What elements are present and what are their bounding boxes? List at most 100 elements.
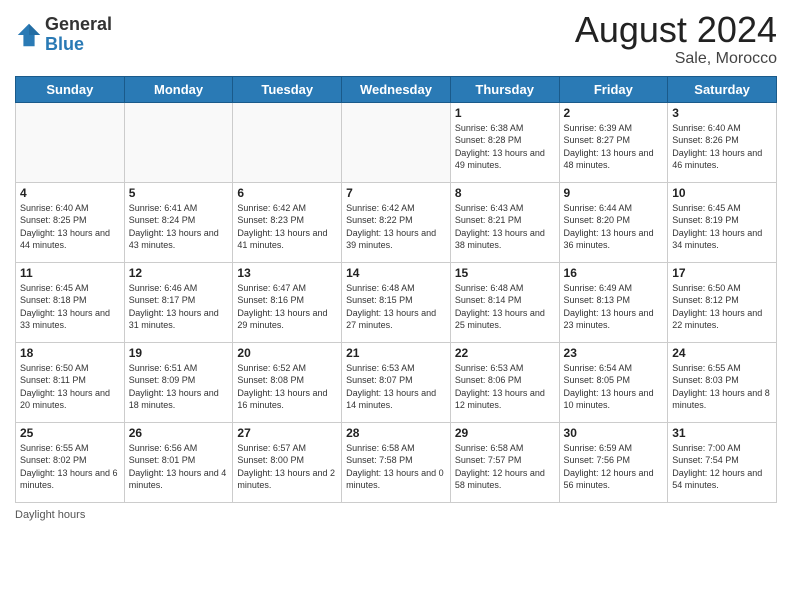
logo-general-text: General <box>45 15 112 35</box>
day-number: 23 <box>564 346 664 360</box>
day-info: Sunrise: 6:57 AM Sunset: 8:00 PM Dayligh… <box>237 442 337 492</box>
day-number: 9 <box>564 186 664 200</box>
week-row-0: 1 Sunrise: 6:38 AM Sunset: 8:28 PM Daylig… <box>16 102 777 182</box>
table-row: 8 Sunrise: 6:43 AM Sunset: 8:21 PM Daylig… <box>450 182 559 262</box>
table-row: 6 Sunrise: 6:42 AM Sunset: 8:23 PM Daylig… <box>233 182 342 262</box>
page: General Blue August 2024 Sale, Morocco S… <box>0 0 792 612</box>
header: General Blue August 2024 Sale, Morocco <box>15 10 777 68</box>
day-number: 29 <box>455 426 555 440</box>
table-row: 29Sunrise: 6:58 AM Sunset: 7:57 PM Dayli… <box>450 422 559 502</box>
title-area: August 2024 Sale, Morocco <box>575 10 777 68</box>
day-number: 3 <box>672 106 772 120</box>
table-row: 14 Sunrise: 6:48 AM Sunset: 8:15 PM Dayli… <box>342 262 451 342</box>
day-number: 14 <box>346 266 446 280</box>
day-number: 1 <box>455 106 555 120</box>
day-info: Sunrise: 6:50 AM Sunset: 8:12 PM Dayligh… <box>672 282 772 332</box>
col-wednesday: Wednesday <box>342 76 451 102</box>
day-number: 10 <box>672 186 772 200</box>
week-row-1: 4 Sunrise: 6:40 AM Sunset: 8:25 PM Daylig… <box>16 182 777 262</box>
day-info: Sunrise: 6:40 AM Sunset: 8:25 PM Dayligh… <box>20 202 120 252</box>
day-info: Sunrise: 6:59 AM Sunset: 7:56 PM Dayligh… <box>564 442 664 492</box>
table-row: 7 Sunrise: 6:42 AM Sunset: 8:22 PM Daylig… <box>342 182 451 262</box>
day-number: 31 <box>672 426 772 440</box>
col-sunday: Sunday <box>16 76 125 102</box>
day-info: Sunrise: 6:40 AM Sunset: 8:26 PM Dayligh… <box>672 122 772 172</box>
day-number: 30 <box>564 426 664 440</box>
table-row <box>124 102 233 182</box>
table-row: 26 Sunrise: 6:56 AM Sunset: 8:01 PM Dayli… <box>124 422 233 502</box>
day-info: Sunrise: 6:54 AM Sunset: 8:05 PM Dayligh… <box>564 362 664 412</box>
table-row: 28Sunrise: 6:58 AM Sunset: 7:58 PM Dayli… <box>342 422 451 502</box>
logo-text: General Blue <box>45 15 112 55</box>
day-number: 4 <box>20 186 120 200</box>
day-info: Sunrise: 6:55 AM Sunset: 8:03 PM Dayligh… <box>672 362 772 412</box>
day-number: 27 <box>237 426 337 440</box>
week-row-2: 11 Sunrise: 6:45 AM Sunset: 8:18 PM Dayli… <box>16 262 777 342</box>
day-info: Sunrise: 6:42 AM Sunset: 8:22 PM Dayligh… <box>346 202 446 252</box>
day-number: 25 <box>20 426 120 440</box>
day-info: Sunrise: 6:51 AM Sunset: 8:09 PM Dayligh… <box>129 362 229 412</box>
day-info: Sunrise: 6:48 AM Sunset: 8:15 PM Dayligh… <box>346 282 446 332</box>
table-row <box>342 102 451 182</box>
col-friday: Friday <box>559 76 668 102</box>
day-info: Sunrise: 6:56 AM Sunset: 8:01 PM Dayligh… <box>129 442 229 492</box>
day-info: Sunrise: 7:00 AM Sunset: 7:54 PM Dayligh… <box>672 442 772 492</box>
day-number: 21 <box>346 346 446 360</box>
day-number: 5 <box>129 186 229 200</box>
table-row: 3 Sunrise: 6:40 AM Sunset: 8:26 PM Daylig… <box>668 102 777 182</box>
table-row: 16Sunrise: 6:49 AM Sunset: 8:13 PM Dayli… <box>559 262 668 342</box>
day-info: Sunrise: 6:55 AM Sunset: 8:02 PM Dayligh… <box>20 442 120 492</box>
col-monday: Monday <box>124 76 233 102</box>
week-row-4: 25 Sunrise: 6:55 AM Sunset: 8:02 PM Dayli… <box>16 422 777 502</box>
day-number: 6 <box>237 186 337 200</box>
day-info: Sunrise: 6:38 AM Sunset: 8:28 PM Dayligh… <box>455 122 555 172</box>
day-info: Sunrise: 6:43 AM Sunset: 8:21 PM Dayligh… <box>455 202 555 252</box>
table-row: 19Sunrise: 6:51 AM Sunset: 8:09 PM Dayli… <box>124 342 233 422</box>
day-info: Sunrise: 6:58 AM Sunset: 7:58 PM Dayligh… <box>346 442 446 492</box>
day-info: Sunrise: 6:49 AM Sunset: 8:13 PM Dayligh… <box>564 282 664 332</box>
table-row: 15Sunrise: 6:48 AM Sunset: 8:14 PM Dayli… <box>450 262 559 342</box>
day-info: Sunrise: 6:53 AM Sunset: 8:07 PM Dayligh… <box>346 362 446 412</box>
day-info: Sunrise: 6:52 AM Sunset: 8:08 PM Dayligh… <box>237 362 337 412</box>
table-row <box>233 102 342 182</box>
logo-blue-text: Blue <box>45 35 112 55</box>
day-number: 7 <box>346 186 446 200</box>
day-info: Sunrise: 6:45 AM Sunset: 8:19 PM Dayligh… <box>672 202 772 252</box>
day-number: 26 <box>129 426 229 440</box>
day-number: 2 <box>564 106 664 120</box>
table-row: 18Sunrise: 6:50 AM Sunset: 8:11 PM Dayli… <box>16 342 125 422</box>
location: Sale, Morocco <box>575 50 777 68</box>
day-info: Sunrise: 6:45 AM Sunset: 8:18 PM Dayligh… <box>20 282 120 332</box>
table-row: 25 Sunrise: 6:55 AM Sunset: 8:02 PM Dayli… <box>16 422 125 502</box>
day-info: Sunrise: 6:42 AM Sunset: 8:23 PM Dayligh… <box>237 202 337 252</box>
table-row: 22Sunrise: 6:53 AM Sunset: 8:06 PM Dayli… <box>450 342 559 422</box>
day-number: 12 <box>129 266 229 280</box>
logo: General Blue <box>15 15 112 55</box>
day-info: Sunrise: 6:41 AM Sunset: 8:24 PM Dayligh… <box>129 202 229 252</box>
day-info: Sunrise: 6:50 AM Sunset: 8:11 PM Dayligh… <box>20 362 120 412</box>
day-info: Sunrise: 6:53 AM Sunset: 8:06 PM Dayligh… <box>455 362 555 412</box>
calendar: Sunday Monday Tuesday Wednesday Thursday… <box>15 76 777 503</box>
table-row: 5 Sunrise: 6:41 AM Sunset: 8:24 PM Daylig… <box>124 182 233 262</box>
table-row: 4 Sunrise: 6:40 AM Sunset: 8:25 PM Daylig… <box>16 182 125 262</box>
table-row: 30 Sunrise: 6:59 AM Sunset: 7:56 PM Dayli… <box>559 422 668 502</box>
day-number: 11 <box>20 266 120 280</box>
footer-text: Daylight hours <box>15 509 85 521</box>
table-row: 17Sunrise: 6:50 AM Sunset: 8:12 PM Dayli… <box>668 262 777 342</box>
table-row: 24 Sunrise: 6:55 AM Sunset: 8:03 PM Dayli… <box>668 342 777 422</box>
table-row: 20 Sunrise: 6:52 AM Sunset: 8:08 PM Dayli… <box>233 342 342 422</box>
logo-icon <box>15 21 43 49</box>
day-info: Sunrise: 6:46 AM Sunset: 8:17 PM Dayligh… <box>129 282 229 332</box>
col-tuesday: Tuesday <box>233 76 342 102</box>
day-number: 13 <box>237 266 337 280</box>
day-number: 24 <box>672 346 772 360</box>
day-number: 20 <box>237 346 337 360</box>
day-number: 8 <box>455 186 555 200</box>
table-row: 12 Sunrise: 6:46 AM Sunset: 8:17 PM Dayli… <box>124 262 233 342</box>
day-info: Sunrise: 6:44 AM Sunset: 8:20 PM Dayligh… <box>564 202 664 252</box>
table-row: 1 Sunrise: 6:38 AM Sunset: 8:28 PM Daylig… <box>450 102 559 182</box>
table-row: 9 Sunrise: 6:44 AM Sunset: 8:20 PM Daylig… <box>559 182 668 262</box>
table-row: 23 Sunrise: 6:54 AM Sunset: 8:05 PM Dayli… <box>559 342 668 422</box>
month-year: August 2024 <box>575 10 777 50</box>
table-row <box>16 102 125 182</box>
